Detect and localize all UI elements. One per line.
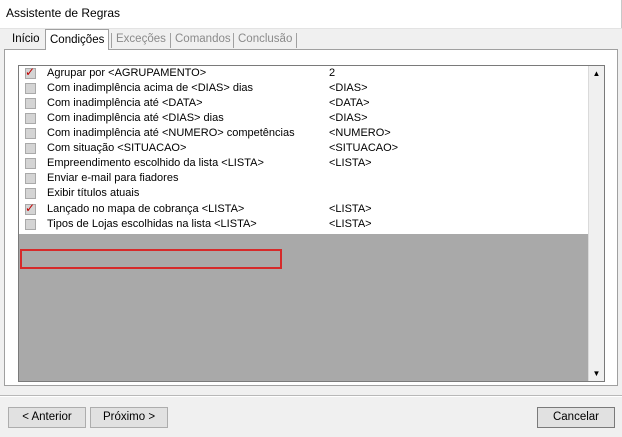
scroll-down-icon[interactable]: ▼ — [589, 366, 604, 381]
conditions-list[interactable]: ✓ Agrupar por <AGRUPAMENTO> 2 Com inadim… — [18, 65, 605, 382]
condition-label: Com inadimplência até <DATA> — [47, 97, 203, 109]
condition-label: Empreendimento escolhido da lista <LISTA… — [47, 157, 264, 169]
tab-conclusao: Conclusão — [238, 33, 293, 45]
condition-row[interactable]: Tipos de Lojas escolhidas na lista <LIST… — [19, 217, 589, 232]
condition-value: <LISTA> — [329, 218, 372, 230]
footer-divider-highlight — [0, 396, 622, 397]
checkbox[interactable] — [25, 128, 36, 139]
condition-label: Lançado no mapa de cobrança <LISTA> — [47, 203, 245, 215]
condition-label: Tipos de Lojas escolhidas na lista <LIST… — [47, 218, 257, 230]
condition-row[interactable]: Exibir títulos atuais — [19, 186, 589, 201]
tab-separator — [296, 33, 297, 48]
condition-value: <LISTA> — [329, 157, 372, 169]
check-mark-icon: ✓ — [25, 201, 36, 215]
checkbox[interactable] — [25, 143, 36, 154]
condition-value: <DIAS> — [329, 112, 368, 124]
tab-condicoes[interactable]: Condições — [45, 29, 110, 50]
tab-excecoes: Exceções — [116, 33, 166, 45]
condition-value: <DIAS> — [329, 82, 368, 94]
tab-inicio[interactable]: Início — [8, 31, 44, 48]
checkbox[interactable] — [25, 158, 36, 169]
cancel-button[interactable]: Cancelar — [537, 407, 615, 428]
checkbox[interactable] — [25, 98, 36, 109]
title-bar: Assistente de Regras — [0, 0, 622, 29]
condition-row[interactable]: ✓ Lançado no mapa de cobrança <LISTA> <L… — [19, 202, 589, 217]
next-button[interactable]: Próximo > — [90, 407, 168, 428]
condition-label: Com situação <SITUACAO> — [47, 142, 187, 154]
condition-label: Com inadimplência até <DIAS> dias — [47, 112, 224, 124]
condition-row[interactable]: Com inadimplência até <DIAS> dias <DIAS> — [19, 111, 589, 126]
condition-row[interactable]: Com inadimplência acima de <DIAS> dias <… — [19, 81, 589, 96]
condition-value: <LISTA> — [329, 203, 372, 215]
condition-label: Agrupar por <AGRUPAMENTO> — [47, 67, 207, 79]
condition-row[interactable]: Com inadimplência até <DATA> <DATA> — [19, 96, 589, 111]
checkbox[interactable]: ✓ — [25, 201, 36, 215]
condition-value: <DATA> — [329, 97, 370, 109]
vertical-scrollbar[interactable]: ▲ ▼ — [588, 66, 604, 381]
checkbox[interactable] — [25, 83, 36, 94]
condition-value: 2 — [329, 67, 336, 79]
tab-comandos: Comandos — [175, 33, 231, 45]
condition-label: Exibir títulos atuais — [47, 187, 140, 199]
condition-row[interactable]: Empreendimento escolhido da lista <LISTA… — [19, 156, 589, 171]
list-items-area: ✓ Agrupar por <AGRUPAMENTO> 2 Com inadim… — [19, 66, 589, 234]
checkbox[interactable] — [25, 173, 36, 184]
conditions-panel: ✓ Agrupar por <AGRUPAMENTO> 2 Com inadim… — [4, 49, 618, 386]
window-title: Assistente de Regras — [6, 6, 121, 20]
checkbox[interactable] — [25, 113, 36, 124]
condition-row[interactable]: Enviar e-mail para fiadores — [19, 171, 589, 186]
condition-row[interactable]: Com inadimplência até <NUMERO> competênc… — [19, 126, 589, 141]
condition-label: Com inadimplência até <NUMERO> competênc… — [47, 127, 295, 139]
scroll-up-icon[interactable]: ▲ — [589, 66, 604, 81]
checkbox[interactable] — [25, 219, 36, 230]
condition-row[interactable]: Com situação <SITUACAO> <SITUACAO> — [19, 141, 589, 156]
condition-label: Enviar e-mail para fiadores — [47, 172, 179, 184]
condition-value: <NUMERO> — [329, 127, 391, 139]
condition-row[interactable]: ✓ Agrupar por <AGRUPAMENTO> 2 — [19, 66, 589, 81]
checkbox[interactable]: ✓ — [25, 65, 36, 79]
condition-label: Com inadimplência acima de <DIAS> dias — [47, 82, 254, 94]
checkbox[interactable] — [25, 188, 36, 199]
check-mark-icon: ✓ — [25, 65, 36, 79]
back-button[interactable]: < Anterior — [8, 407, 86, 428]
condition-value: <SITUACAO> — [329, 142, 399, 154]
